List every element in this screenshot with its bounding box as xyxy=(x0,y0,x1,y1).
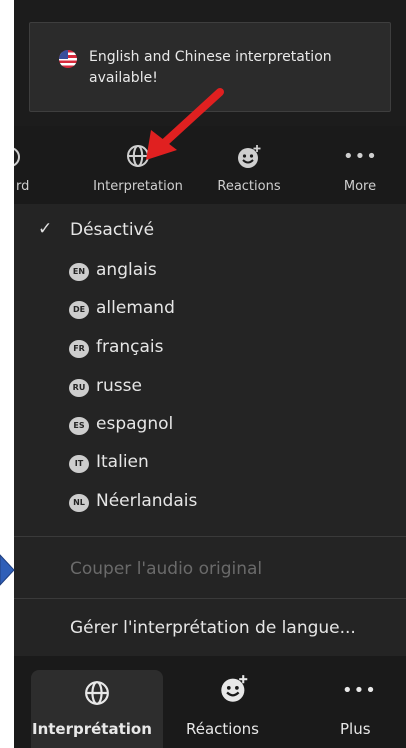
menu-item-manage-interpretation[interactable]: Gérer l'interprétation de langue... xyxy=(14,610,406,648)
blue-pointer-arrow-icon xyxy=(0,554,15,586)
menu-item-language[interactable]: DE allemand xyxy=(14,290,406,328)
menu-divider xyxy=(14,598,406,599)
reactions-label-top: Reactions xyxy=(217,179,281,194)
more-label-top: More xyxy=(343,179,377,194)
language-code-badge: NL xyxy=(69,494,89,512)
language-code-badge: DE xyxy=(69,301,89,319)
interpretation-menu: ✓ Désactivé EN anglais DE allemand FR fr… xyxy=(14,204,406,656)
language-label: espagnol xyxy=(96,414,174,434)
interpretation-label-bottom: Interprétation xyxy=(32,720,152,738)
interpretation-notification: English and Chinese interpretation avail… xyxy=(29,22,391,112)
menu-item-mute-original-audio: Couper l'audio original xyxy=(14,551,406,589)
smiley-plus-icon xyxy=(238,145,261,168)
checkmark-icon: ✓ xyxy=(38,219,53,239)
language-code-badge: FR xyxy=(69,340,89,358)
more-dots-icon[interactable]: ••• xyxy=(342,680,377,701)
smiley-plus-icon[interactable] xyxy=(219,674,249,704)
menu-item-language[interactable]: FR français xyxy=(14,329,406,367)
language-label: russe xyxy=(96,376,142,396)
more-label-bottom[interactable]: Plus xyxy=(340,720,371,738)
globe-icon xyxy=(85,681,109,705)
reactions-label-bottom[interactable]: Réactions xyxy=(186,720,259,738)
meeting-toolbar-top: rd Interpretation Reactions ••• More xyxy=(14,126,406,204)
language-code-badge: ES xyxy=(69,417,89,435)
interpretation-label-top: Interpretation xyxy=(93,179,183,194)
menu-item-language[interactable]: RU russe xyxy=(14,368,406,406)
partial-label: rd xyxy=(16,179,30,194)
menu-item-language[interactable]: NL Néerlandais xyxy=(14,483,406,521)
language-label: anglais xyxy=(96,260,157,280)
language-label: Italien xyxy=(96,452,149,472)
menu-item-off[interactable]: ✓ Désactivé xyxy=(14,212,406,250)
menu-item-language[interactable]: ES espagnol xyxy=(14,406,406,444)
language-code-badge: RU xyxy=(69,379,89,397)
language-code-badge: IT xyxy=(69,455,89,473)
menu-item-language[interactable]: IT Italien xyxy=(14,444,406,482)
menu-divider xyxy=(14,536,406,537)
language-label: français xyxy=(96,337,164,357)
language-code-badge: EN xyxy=(69,263,89,281)
globe-icon xyxy=(127,145,149,167)
reactions-button-top[interactable]: Reactions xyxy=(204,126,294,204)
notification-text: English and Chinese interpretation avail… xyxy=(89,49,332,86)
us-flag-icon xyxy=(59,50,77,68)
off-label: Désactivé xyxy=(70,220,155,240)
meeting-toolbar-bottom: Interprétation Réactions ••• Plus xyxy=(14,656,406,748)
notification-area: English and Chinese interpretation avail… xyxy=(14,0,406,126)
partial-toolbar-button[interactable]: rd xyxy=(14,126,34,204)
more-button-top[interactable]: ••• More xyxy=(330,126,390,204)
language-label: allemand xyxy=(96,298,175,318)
menu-item-language[interactable]: EN anglais xyxy=(14,252,406,290)
partial-icon xyxy=(14,147,20,167)
mute-original-label: Couper l'audio original xyxy=(70,559,263,579)
zoom-interpretation-screen: English and Chinese interpretation avail… xyxy=(14,0,406,748)
more-dots-icon: ••• xyxy=(343,146,378,167)
interpretation-button-top[interactable]: Interpretation xyxy=(74,126,202,204)
manage-interpretation-label: Gérer l'interprétation de langue... xyxy=(70,618,356,638)
language-label: Néerlandais xyxy=(96,491,198,511)
